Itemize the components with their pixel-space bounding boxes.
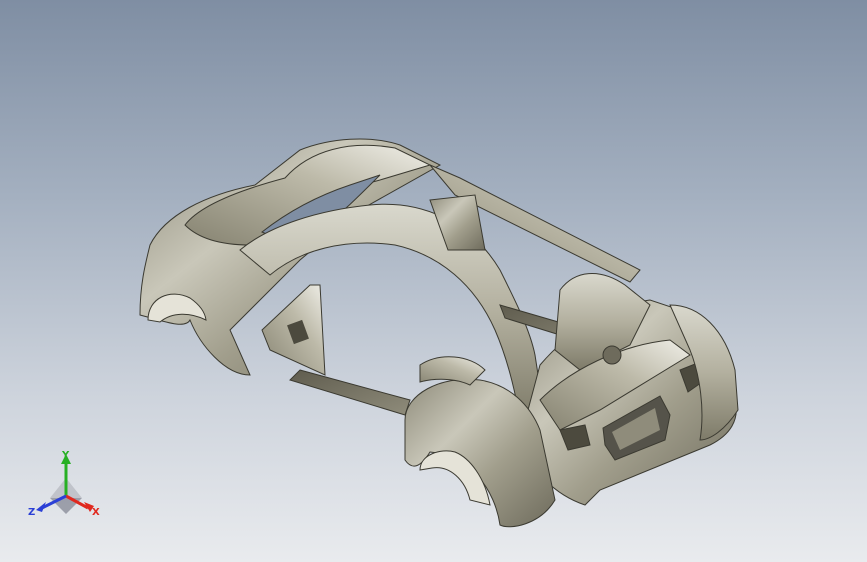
graphics-viewport[interactable]: Y X Z	[0, 0, 867, 562]
side-sill	[289, 369, 411, 416]
steering-mount	[602, 345, 622, 365]
x-axis-label: X	[92, 507, 100, 518]
z-axis-label: Z	[28, 507, 35, 518]
car-body-model[interactable]	[0, 0, 867, 562]
y-axis-label: Y	[61, 450, 70, 461]
coordinate-triad: Y X Z	[28, 450, 100, 518]
